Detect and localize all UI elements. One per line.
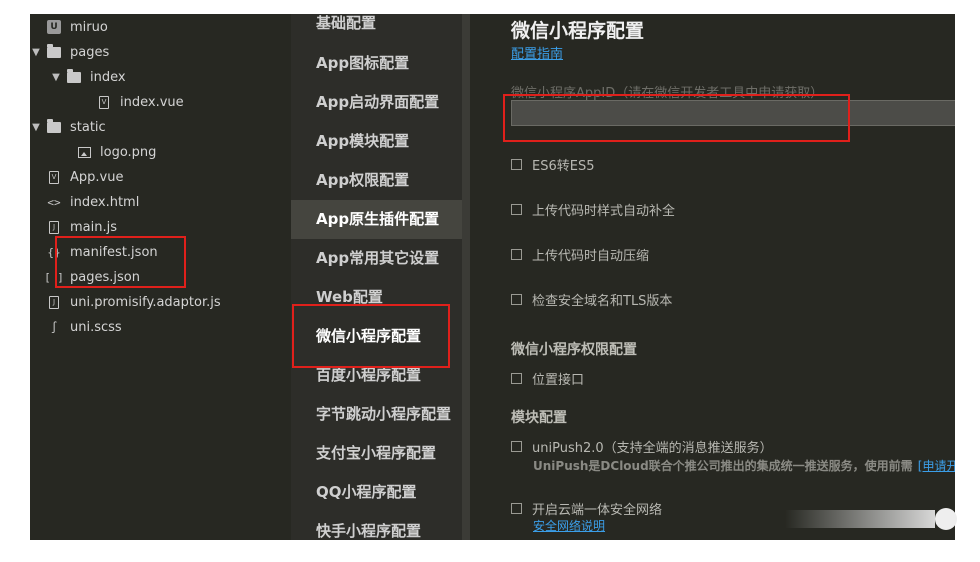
option-auto-minify[interactable]: 上传代码时自动压缩 bbox=[511, 245, 649, 264]
checkbox[interactable] bbox=[511, 503, 522, 514]
json-file-icon: {} bbox=[47, 245, 61, 259]
nav-item-kuaishou-mp[interactable]: 快手小程序配置 bbox=[291, 512, 462, 540]
option-label: 上传代码时样式自动补全 bbox=[532, 204, 676, 219]
js-file-icon: J bbox=[46, 295, 62, 309]
nav-item-qq-mp[interactable]: QQ小程序配置 bbox=[291, 473, 462, 512]
js-file-icon: J bbox=[46, 220, 62, 234]
tree-item-label: static bbox=[70, 119, 106, 135]
option-unipush[interactable]: uniPush2.0（支持全端的消息推送服务） bbox=[511, 437, 773, 456]
tree-item-label: logo.png bbox=[100, 144, 157, 160]
tree-item-main-js[interactable]: J main.js bbox=[30, 215, 290, 239]
option-label: 上传代码时自动压缩 bbox=[532, 249, 650, 264]
permissions-section-title: 微信小程序权限配置 bbox=[511, 342, 637, 358]
tree-item-pages[interactable]: ▼ pages bbox=[30, 40, 290, 64]
nav-item-app-other-settings[interactable]: App常用其它设置 bbox=[291, 239, 462, 278]
project-root-icon: U bbox=[46, 20, 62, 34]
image-file-icon bbox=[76, 145, 92, 159]
nav-item-app-native-plugins[interactable]: App原生插件配置 bbox=[291, 200, 462, 239]
tree-item-miruo[interactable]: U miruo bbox=[30, 15, 290, 39]
nav-item-weixin-mp[interactable]: 微信小程序配置 bbox=[291, 317, 462, 356]
tree-item-label: pages.json bbox=[70, 269, 140, 285]
tree-item-label: uni.promisify.adaptor.js bbox=[70, 294, 221, 310]
unipush-apply-link[interactable]: [申请开 bbox=[918, 459, 955, 473]
weixin-mp-settings-panel: 微信小程序配置 配置指南 微信小程序AppID（请在微信开发者工具中申请获取） … bbox=[470, 14, 955, 540]
option-check-domain-tls[interactable]: 检查安全域名和TLS版本 bbox=[511, 290, 672, 309]
editor-window: U miruo ▼ pages ▼ index V index.vue ▼ st… bbox=[30, 14, 955, 540]
tree-item-label: index.html bbox=[70, 194, 140, 210]
tree-item-label: index.vue bbox=[120, 94, 184, 110]
tree-item-uni-scss[interactable]: ∫ uni.scss bbox=[30, 315, 290, 339]
option-es6-to-es5[interactable]: ES6转ES5 bbox=[511, 155, 594, 174]
tree-item-label: uni.scss bbox=[70, 319, 122, 335]
scss-file-icon: ∫ bbox=[50, 320, 58, 334]
nav-scrollbar[interactable] bbox=[462, 14, 470, 540]
modules-section-title: 模块配置 bbox=[511, 410, 567, 426]
option-label: ES6转ES5 bbox=[532, 159, 595, 174]
option-label: 开启云端一体安全网络 bbox=[532, 503, 663, 518]
tree-item-label: App.vue bbox=[70, 169, 124, 185]
vue-file-icon: V bbox=[96, 95, 112, 109]
checkbox[interactable] bbox=[511, 441, 522, 452]
option-label: 位置接口 bbox=[532, 373, 585, 388]
tree-item-logo-png[interactable]: logo.png bbox=[30, 140, 320, 164]
nav-item-app-icon[interactable]: App图标配置 bbox=[291, 44, 462, 83]
secure-network-doc-link[interactable]: 安全网络说明 bbox=[533, 517, 605, 534]
tree-item-static[interactable]: ▼ static bbox=[30, 115, 290, 139]
tree-item-label: pages bbox=[70, 44, 110, 60]
tree-item-label: miruo bbox=[70, 19, 108, 35]
scroll-handle[interactable] bbox=[935, 508, 957, 530]
config-guide-link[interactable]: 配置指南 bbox=[511, 43, 563, 62]
scroll-fade bbox=[785, 510, 935, 528]
nav-item-baidu-mp[interactable]: 百度小程序配置 bbox=[291, 356, 462, 395]
option-label: 检查安全域名和TLS版本 bbox=[532, 294, 673, 309]
tree-item-label: manifest.json bbox=[70, 244, 158, 260]
unipush-desc-text: UniPush是DCloud联合个推公司推出的集成统一推送服务，使用前需 bbox=[533, 459, 913, 473]
checkbox[interactable] bbox=[511, 294, 522, 305]
tree-item-pages-json[interactable]: [ ] pages.json bbox=[30, 265, 290, 289]
tree-item-label: index bbox=[90, 69, 126, 85]
nav-item-app-permissions[interactable]: App权限配置 bbox=[291, 161, 462, 200]
chevron-down-icon[interactable]: ▼ bbox=[50, 72, 62, 83]
tree-item-manifest-json[interactable]: {} manifest.json bbox=[30, 240, 290, 264]
option-style-autocomplete[interactable]: 上传代码时样式自动补全 bbox=[511, 200, 675, 219]
folder-icon bbox=[46, 118, 62, 134]
appid-label: 微信小程序AppID（请在微信开发者工具中申请获取） bbox=[511, 86, 824, 101]
tree-item-index-folder[interactable]: ▼ index bbox=[30, 65, 310, 89]
manifest-settings-nav: 基础配置 App图标配置 App启动界面配置 App模块配置 App权限配置 A… bbox=[291, 14, 462, 540]
checkbox[interactable] bbox=[511, 159, 522, 170]
checkbox[interactable] bbox=[511, 373, 522, 384]
tree-item-index-html[interactable]: <> index.html bbox=[30, 190, 290, 214]
nav-item-alipay-mp[interactable]: 支付宝小程序配置 bbox=[291, 434, 462, 473]
option-label: uniPush2.0（支持全端的消息推送服务） bbox=[532, 441, 773, 456]
appid-input[interactable] bbox=[511, 100, 955, 126]
nav-item-toutiao-mp[interactable]: 字节跳动小程序配置 bbox=[291, 395, 462, 434]
page-title: 微信小程序配置 bbox=[511, 20, 645, 42]
folder-icon bbox=[66, 68, 82, 84]
project-explorer: U miruo ▼ pages ▼ index V index.vue ▼ st… bbox=[30, 14, 290, 540]
json-file-icon: [ ] bbox=[44, 270, 64, 284]
checkbox[interactable] bbox=[511, 204, 522, 215]
nav-item-app-modules[interactable]: App模块配置 bbox=[291, 122, 462, 161]
tree-item-app-vue[interactable]: V App.vue bbox=[30, 165, 290, 189]
unipush-description: UniPush是DCloud联合个推公司推出的集成统一推送服务，使用前需 [申请… bbox=[533, 455, 955, 474]
folder-icon bbox=[46, 43, 62, 59]
vue-file-icon: V bbox=[46, 170, 62, 184]
chevron-down-icon[interactable]: ▼ bbox=[30, 47, 42, 58]
checkbox[interactable] bbox=[511, 249, 522, 260]
option-location-api[interactable]: 位置接口 bbox=[511, 369, 584, 388]
option-secure-network[interactable]: 开启云端一体安全网络 bbox=[511, 499, 662, 518]
tree-item-uni-promisify[interactable]: J uni.promisify.adaptor.js bbox=[30, 290, 290, 314]
nav-item-basic[interactable]: 基础配置 bbox=[291, 14, 462, 43]
tree-item-label: main.js bbox=[70, 219, 117, 235]
nav-item-app-splash[interactable]: App启动界面配置 bbox=[291, 83, 462, 122]
chevron-down-icon[interactable]: ▼ bbox=[30, 122, 42, 133]
nav-item-web[interactable]: Web配置 bbox=[291, 278, 462, 317]
html-file-icon: <> bbox=[47, 195, 61, 209]
